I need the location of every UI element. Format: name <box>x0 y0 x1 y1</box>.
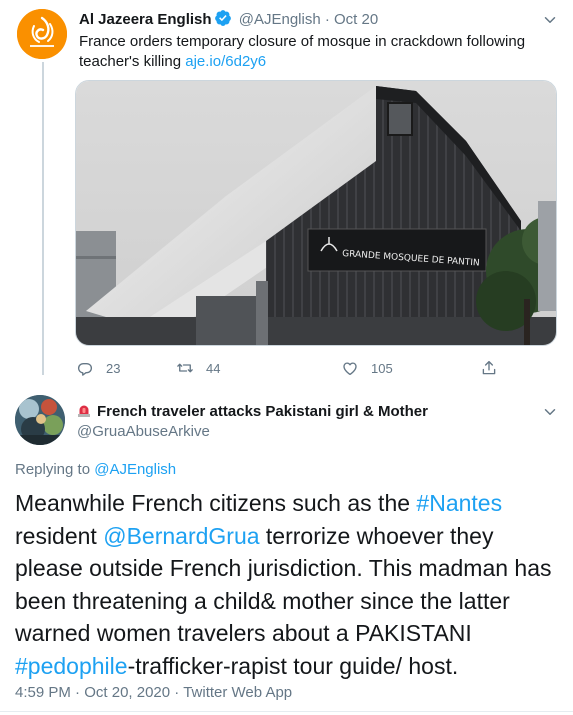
share-icon <box>482 360 496 375</box>
tweet2-text: Meanwhile French citizens such as the #N… <box>15 487 560 682</box>
tweet1-image[interactable]: GRANDE MOSQUEE DE PANTIN <box>75 80 557 346</box>
siren-icon <box>77 403 91 423</box>
chevron-down-icon[interactable] <box>541 11 559 29</box>
tweet2-text-part: resident <box>15 522 104 549</box>
tweet2-metadata: 4:59 PM · Oct 20, 2020 · Twitter Web App <box>15 684 292 701</box>
meta-separator: · <box>170 684 184 701</box>
tweet1-handle[interactable]: @AJEnglish <box>239 11 321 28</box>
hashtag-nantes-link[interactable]: #Nantes <box>416 490 502 516</box>
reply-count: 23 <box>106 360 121 376</box>
retweet-icon <box>177 363 193 373</box>
tweet1-link[interactable]: aje.io/6d2y6 <box>185 53 266 70</box>
share-button[interactable] <box>480 357 498 379</box>
like-count: 105 <box>371 360 393 376</box>
tweet1-header: Al Jazeera English @AJEnglish · Oct 20 <box>79 9 378 33</box>
tweet1-author-name[interactable]: Al Jazeera English <box>79 11 212 28</box>
like-icon <box>343 362 357 376</box>
tweet1-separator: · <box>324 11 330 28</box>
reply-button[interactable]: 23 <box>76 357 120 379</box>
avatar-image <box>15 395 65 445</box>
like-button[interactable]: 105 <box>341 357 393 379</box>
tweet1-date[interactable]: Oct 20 <box>334 11 378 28</box>
tweet2-name-text: French traveler attacks Pakistani girl &… <box>97 403 428 420</box>
tweet1-actions: 23 44 105 <box>76 357 496 379</box>
replying-to-label: Replying to <box>15 461 95 478</box>
chevron-down-icon[interactable] <box>541 403 559 421</box>
al-jazeera-logo-icon <box>17 9 67 59</box>
replying-to-handle[interactable]: @AJEnglish <box>94 461 176 478</box>
meta-separator: · <box>70 684 85 701</box>
tweet1-text: France orders temporary closure of mosqu… <box>79 32 549 72</box>
avatar-al-jazeera[interactable] <box>17 9 67 59</box>
tweet2-date[interactable]: Oct 20, 2020 <box>84 684 170 701</box>
tweet1-body: France orders temporary closure of mosqu… <box>79 33 526 70</box>
tweet2-time[interactable]: 4:59 PM <box>15 684 71 701</box>
tweet2-handle[interactable]: @GruaAbuseArkive <box>77 423 210 441</box>
divider <box>0 711 573 712</box>
retweet-button[interactable]: 44 <box>176 357 220 379</box>
tweet2-text-part: Meanwhile French citizens such as the <box>15 490 417 516</box>
mention-bernardgrua-link[interactable]: @BernardGrua <box>103 523 259 549</box>
tweet2-source[interactable]: Twitter Web App <box>183 684 292 701</box>
avatar-grua-abuse-arkive[interactable] <box>15 395 65 445</box>
tweet2-author-name[interactable]: French traveler attacks Pakistani girl &… <box>77 403 428 423</box>
replying-to: Replying to @AJEnglish <box>15 461 176 478</box>
hashtag-pedophile-link[interactable]: #pedophile <box>15 653 128 679</box>
verified-badge-icon <box>214 9 232 33</box>
reply-icon <box>77 362 93 376</box>
tweet2-text-part: -trafficker-rapist tour guide/ host. <box>127 652 459 679</box>
retweet-count: 44 <box>206 360 221 376</box>
thread-connector-line <box>42 62 44 375</box>
